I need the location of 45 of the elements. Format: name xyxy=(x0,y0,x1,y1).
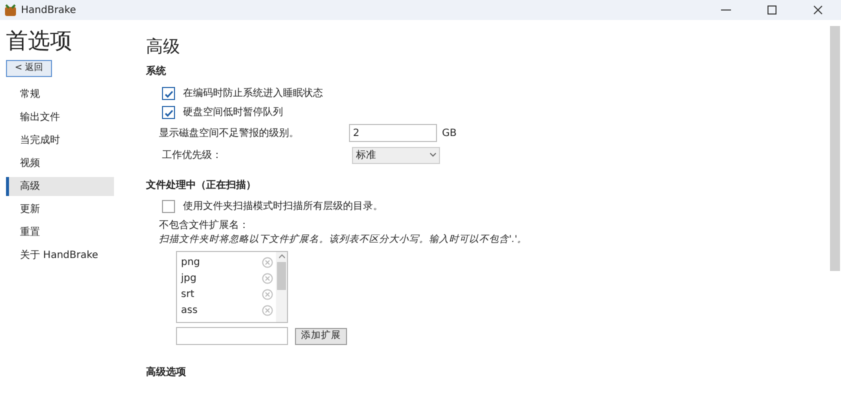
chevron-down-icon xyxy=(430,153,436,157)
field-label: 不包含文件扩展名： xyxy=(159,218,250,233)
sidebar-item[interactable]: 常规 xyxy=(6,85,114,104)
app-logo-icon xyxy=(4,4,17,16)
hint-text: 扫描文件夹时将忽略以下文件扩展名。该列表不区分大小写。输入时可以不包含'.'。 xyxy=(159,233,528,247)
sidebar-item[interactable]: 当完成时 xyxy=(6,131,114,150)
section-heading: 文件处理中（正在扫描） xyxy=(146,178,257,193)
page-scrollbar[interactable] xyxy=(830,26,840,271)
sidebar-item[interactable]: 更新 xyxy=(6,200,114,219)
remove-icon[interactable] xyxy=(262,304,273,316)
scrollbar[interactable] xyxy=(276,252,287,322)
sidebar-item[interactable]: 视频 xyxy=(6,154,114,173)
sidebar-item[interactable]: 关于 HandBrake xyxy=(6,246,114,265)
back-button[interactable]: < 返回 xyxy=(6,60,52,77)
checkbox[interactable] xyxy=(162,87,175,100)
remove-icon[interactable] xyxy=(262,288,273,300)
window-title: HandBrake xyxy=(21,4,76,18)
scroll-thumb[interactable] xyxy=(277,262,286,290)
extension-item[interactable]: jpg xyxy=(181,270,196,286)
extension-item[interactable]: ass xyxy=(181,302,198,318)
extension-item[interactable]: srt xyxy=(181,286,194,302)
checkbox[interactable] xyxy=(162,200,175,213)
section-heading: 系统 xyxy=(146,64,167,79)
sidebar-item[interactable]: 重置 xyxy=(6,223,114,242)
field-label: 工作优先级： xyxy=(162,148,223,162)
sidebar-title: 首选项 xyxy=(6,28,73,56)
input-field[interactable] xyxy=(176,327,288,346)
unit-label: GB xyxy=(442,126,457,140)
checkbox[interactable] xyxy=(162,106,175,119)
dropdown[interactable]: 标准 xyxy=(352,146,440,164)
page-title: 高级 xyxy=(146,36,181,58)
sidebar-item[interactable]: 输出文件 xyxy=(6,108,114,127)
remove-icon[interactable] xyxy=(262,256,273,268)
checkbox-label: 使用文件夹扫描模式时扫描所有层级的目录。 xyxy=(183,200,383,214)
sidebar-item[interactable]: 高级 xyxy=(6,177,114,196)
field-label: 显示磁盘空间不足警报的级别。 xyxy=(159,126,300,140)
checkbox-label: 在编码时防止系统进入睡眠状态 xyxy=(183,86,323,101)
input-field[interactable]: 2 xyxy=(349,124,437,142)
remove-icon[interactable] xyxy=(262,272,273,284)
extension-item[interactable]: png xyxy=(181,254,200,270)
close-icon xyxy=(813,5,823,15)
section-heading: 高级选项 xyxy=(146,365,187,380)
add-extension-button[interactable]: 添加扩展 xyxy=(295,328,347,345)
checkbox-label: 硬盘空间低时暂停队列 xyxy=(183,106,283,120)
maximize-icon xyxy=(767,5,777,15)
